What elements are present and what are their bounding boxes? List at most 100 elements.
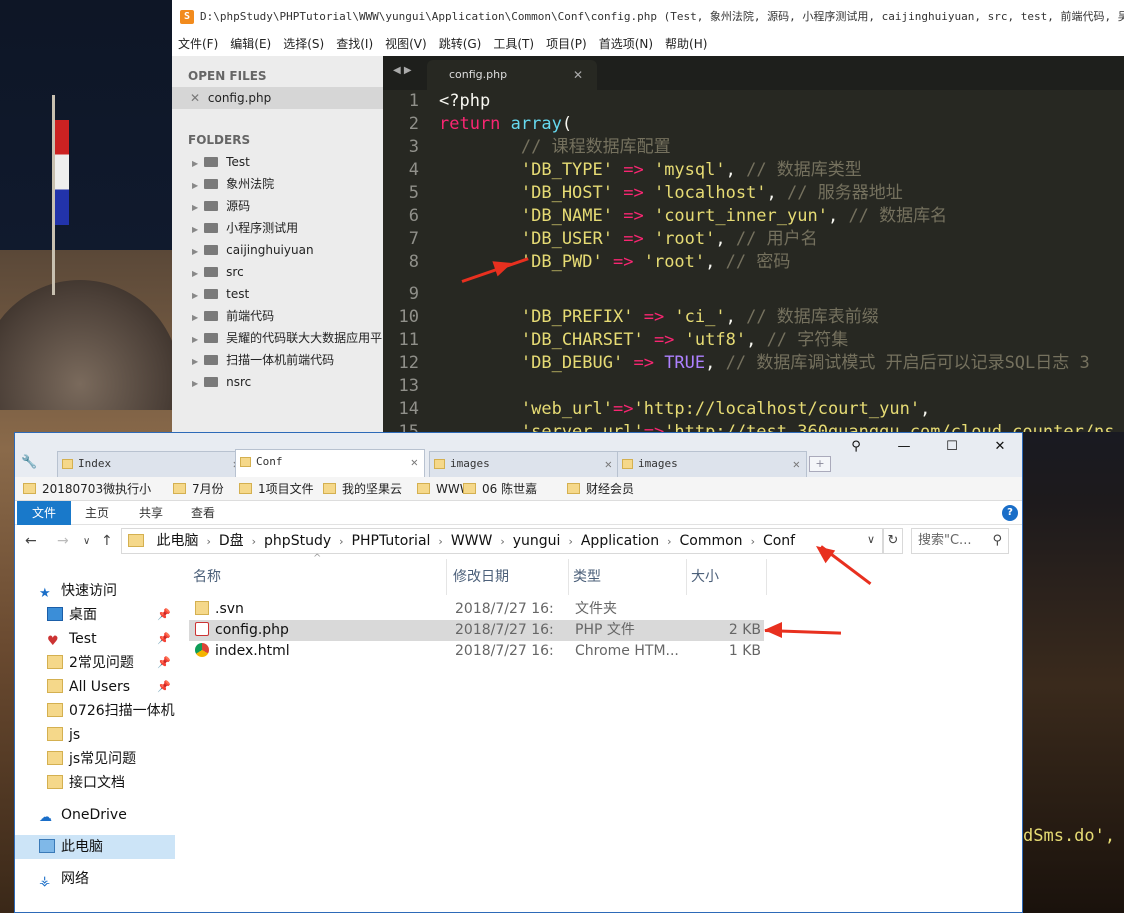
ribbon-view-tab[interactable]: 查看: [191, 501, 215, 525]
recent-chevron-icon[interactable]: ∨: [83, 536, 90, 547]
explorer-tab-images[interactable]: images ✕: [617, 451, 807, 477]
pin-icon[interactable]: 📌: [157, 675, 171, 699]
column-size[interactable]: 大小: [687, 559, 767, 595]
menu-item-0[interactable]: 文件(F): [172, 34, 224, 54]
tab-close-icon[interactable]: ✕: [573, 60, 583, 90]
breadcrumb-item[interactable]: yungui: [513, 533, 561, 549]
breadcrumb-item[interactable]: WWW: [451, 533, 493, 549]
nav-item-js[interactable]: js常见问题: [15, 747, 175, 771]
pin-icon[interactable]: 📌: [157, 603, 171, 627]
bookmark-item[interactable]: 06 陈世嘉: [463, 481, 537, 499]
back-arrow-icon[interactable]: ←: [25, 533, 37, 549]
folder-item[interactable]: ▶ 扫描一体机前端代码: [172, 349, 383, 371]
expand-triangle-icon[interactable]: ▶: [192, 313, 198, 322]
nav-item-onedrive[interactable]: ☁ OneDrive: [15, 803, 175, 827]
file-row-svn[interactable]: .svn 2018/7/27 16: 文件夹: [189, 599, 764, 620]
nav-item-item[interactable]: 桌面 📌: [15, 603, 175, 627]
menu-item-1[interactable]: 编辑(E): [224, 34, 277, 54]
pin-icon[interactable]: 📌: [157, 627, 171, 651]
sublime-title-bar[interactable]: S D:\phpStudy\PHPTutorial\WWW\yungui\App…: [172, 0, 1124, 34]
folder-item[interactable]: ▶ 象州法院: [172, 173, 383, 195]
forward-arrow-icon[interactable]: →: [57, 533, 69, 549]
nav-item-item[interactable]: ⚶ 网络: [15, 867, 175, 891]
expand-triangle-icon[interactable]: ▶: [192, 269, 198, 278]
menu-item-2[interactable]: 选择(S): [277, 34, 330, 54]
menu-item-8[interactable]: 首选项(N): [593, 34, 659, 54]
expand-triangle-icon[interactable]: ▶: [192, 181, 198, 190]
address-bar[interactable]: 此电脑 › D盘 › phpStudy › PHPTutorial › WWW › yungui › A…: [121, 528, 883, 554]
bookmark-item[interactable]: 20180703微执行小: [23, 481, 151, 499]
breadcrumb-separator-icon[interactable]: ›: [568, 535, 572, 548]
maximize-button[interactable]: ☐: [928, 433, 976, 461]
folder-item[interactable]: ▶ caijinghuiyuan: [172, 239, 383, 261]
expand-triangle-icon[interactable]: ▶: [192, 335, 198, 344]
folder-item[interactable]: ▶ 小程序测试用: [172, 217, 383, 239]
open-file-item[interactable]: ✕ config.php: [172, 87, 383, 109]
explorer-tab-index[interactable]: Index✕: [57, 451, 247, 477]
breadcrumb-separator-icon[interactable]: ›: [500, 535, 504, 548]
breadcrumb-separator-icon[interactable]: ›: [339, 535, 343, 548]
tab-config-php[interactable]: config.php ✕: [427, 60, 597, 90]
breadcrumb-separator-icon[interactable]: ›: [252, 535, 256, 548]
nav-item-item[interactable]: 此电脑: [15, 835, 175, 859]
menu-item-4[interactable]: 视图(V): [379, 34, 433, 54]
folder-item[interactable]: ▶ test: [172, 283, 383, 305]
folder-item[interactable]: ▶ nsrc: [172, 371, 383, 393]
expand-triangle-icon[interactable]: ▶: [192, 357, 198, 366]
breadcrumb-item[interactable]: phpStudy: [264, 533, 331, 549]
breadcrumb-item[interactable]: D盘: [219, 533, 244, 549]
breadcrumb-item[interactable]: Application: [581, 533, 659, 549]
expand-triangle-icon[interactable]: ▶: [192, 379, 198, 388]
ribbon-file-tab[interactable]: 文件: [17, 501, 71, 525]
folder-item[interactable]: ▶ 源码: [172, 195, 383, 217]
tab-close-icon[interactable]: ✕: [605, 452, 612, 476]
close-file-icon[interactable]: ✕: [190, 91, 200, 105]
expand-triangle-icon[interactable]: ▶: [192, 291, 198, 300]
menu-item-9[interactable]: 帮助(H): [659, 34, 713, 54]
ribbon-share-tab[interactable]: 共享: [139, 501, 163, 525]
nav-item-js[interactable]: js: [15, 723, 175, 747]
nav-item-test[interactable]: ♥ Test 📌: [15, 627, 175, 651]
explorer-tab-images[interactable]: images ✕: [429, 451, 619, 477]
folder-item[interactable]: ▶ src: [172, 261, 383, 283]
expand-triangle-icon[interactable]: ▶: [192, 247, 198, 256]
bookmark-item[interactable]: 1项目文件: [239, 481, 314, 499]
ribbon-home-tab[interactable]: 主页: [85, 501, 109, 525]
tab-close-icon[interactable]: ✕: [411, 450, 418, 474]
folder-item[interactable]: ▶ 前端代码: [172, 305, 383, 327]
explorer-tab-conf[interactable]: Conf ✕: [235, 449, 425, 477]
nav-item-all-users[interactable]: All Users 📌: [15, 675, 175, 699]
minimize-button[interactable]: —: [880, 433, 928, 461]
breadcrumb-separator-icon[interactable]: ›: [751, 535, 755, 548]
refresh-button[interactable]: ↻: [883, 528, 903, 554]
new-tab-button[interactable]: +: [809, 456, 831, 472]
breadcrumb-item[interactable]: PHPTutorial: [352, 533, 431, 549]
address-dropdown-icon[interactable]: ∨: [867, 533, 875, 546]
expand-triangle-icon[interactable]: ▶: [192, 159, 198, 168]
column-date[interactable]: 修改日期: [449, 559, 569, 595]
bookmark-item[interactable]: 我的坚果云: [323, 481, 402, 499]
nav-item-0726[interactable]: 0726扫描一体机: [15, 699, 175, 723]
file-row-config-php[interactable]: config.php 2018/7/27 16: PHP 文件 2 KB: [189, 620, 764, 641]
nav-item-2[interactable]: 2常见问题 📌: [15, 651, 175, 675]
up-arrow-icon[interactable]: ↑: [101, 533, 113, 549]
file-row-index-html[interactable]: index.html 2018/7/27 16: Chrome HTM... 1 KB: [189, 641, 764, 662]
pin-icon[interactable]: 📌: [157, 651, 171, 675]
bookmark-item[interactable]: 7月份: [173, 481, 224, 499]
nav-item-item[interactable]: ★ 快速访问: [15, 579, 175, 603]
column-name[interactable]: 名称: [189, 559, 447, 595]
folder-item[interactable]: ▶ Test: [172, 151, 383, 173]
help-icon[interactable]: ?: [1002, 505, 1018, 521]
breadcrumb-item[interactable]: Conf: [763, 533, 795, 549]
breadcrumb-item[interactable]: Common: [680, 533, 743, 549]
close-button[interactable]: ✕: [976, 433, 1022, 461]
menu-item-5[interactable]: 跳转(G): [433, 34, 488, 54]
nav-item-item[interactable]: 接口文档: [15, 771, 175, 795]
menu-item-3[interactable]: 查找(I): [330, 34, 379, 54]
wrench-icon[interactable]: 🔧: [21, 455, 39, 473]
breadcrumb-item[interactable]: 此电脑: [156, 533, 198, 549]
breadcrumb-separator-icon[interactable]: ›: [206, 535, 210, 548]
tab-close-icon[interactable]: ✕: [793, 452, 800, 476]
expand-triangle-icon[interactable]: ▶: [192, 203, 198, 212]
expand-triangle-icon[interactable]: ▶: [192, 225, 198, 234]
